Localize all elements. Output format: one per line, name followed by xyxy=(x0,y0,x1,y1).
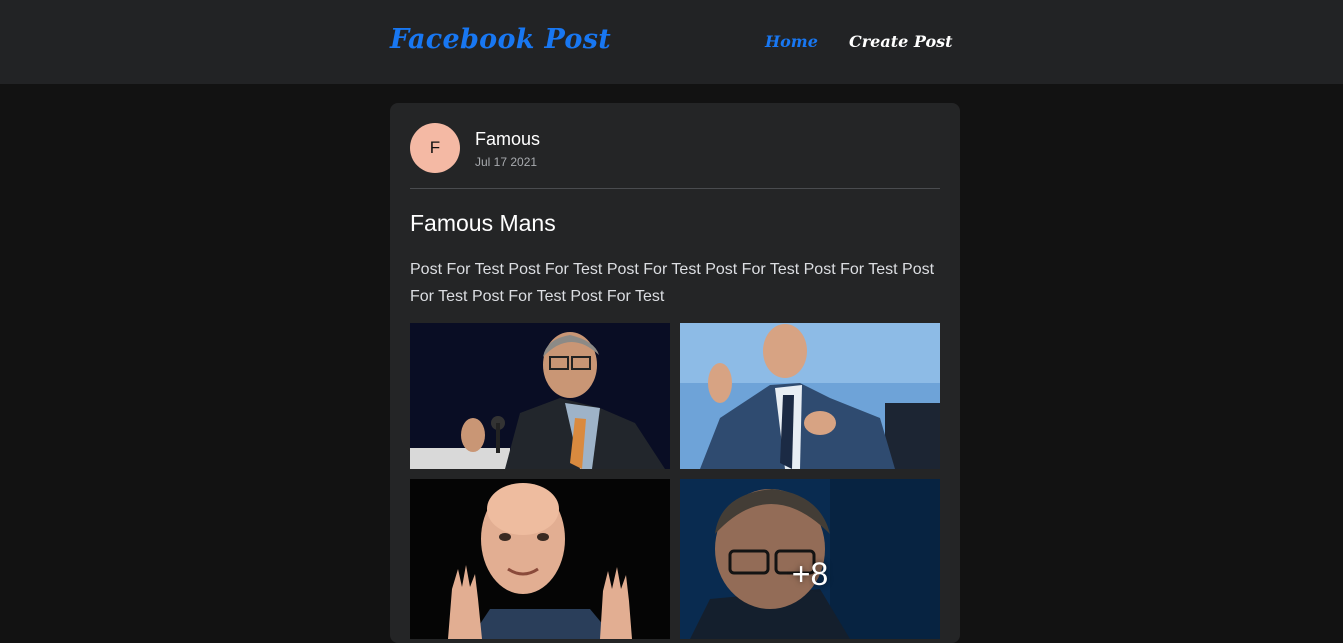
post-body: Post For Test Post For Test Post For Tes… xyxy=(410,261,935,305)
post-photo-3[interactable] xyxy=(410,479,670,639)
post-card: F Famous Jul 17 2021 Famous Mans Post Fo… xyxy=(390,103,960,643)
nav-create-post-link[interactable]: Create Post xyxy=(849,32,953,51)
post-date: Jul 17 2021 xyxy=(475,155,538,169)
more-photos-count[interactable]: +8 xyxy=(680,479,940,639)
nav-home-link[interactable]: Home xyxy=(765,32,818,51)
post-title: Famous Mans xyxy=(410,210,556,236)
post-photo-1[interactable] xyxy=(410,323,670,469)
author-avatar[interactable]: F xyxy=(410,123,460,173)
navbar: Facebook Post Home Create Post xyxy=(0,0,1343,84)
post-photo-4[interactable]: +8 xyxy=(680,479,940,639)
header-divider xyxy=(410,188,940,189)
author-name[interactable]: Famous xyxy=(475,129,540,150)
post-photo-2[interactable] xyxy=(680,323,940,469)
brand-logo[interactable]: Facebook Post xyxy=(390,24,611,55)
